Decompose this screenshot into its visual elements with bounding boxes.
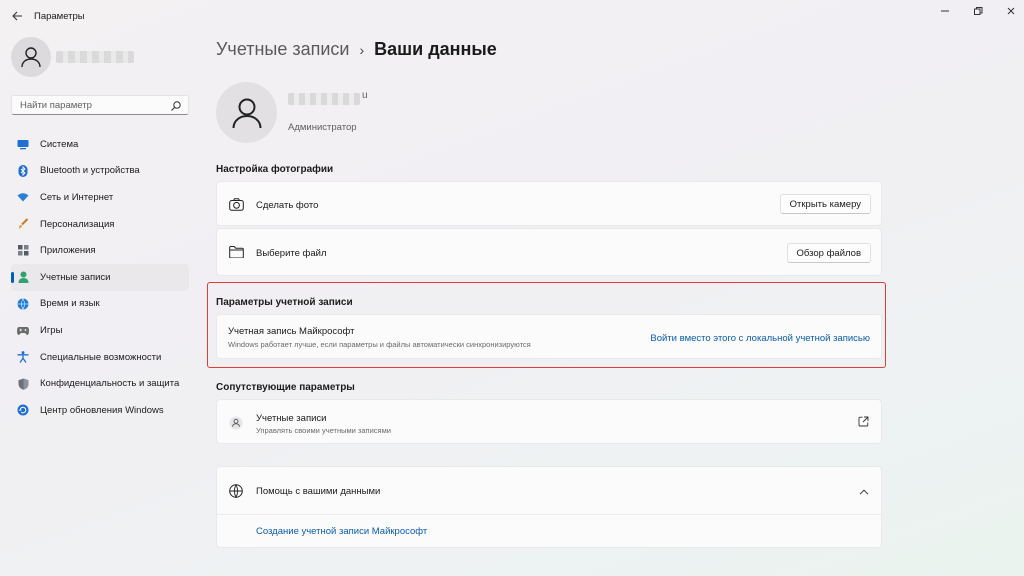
sidebar-item-apps[interactable]: Приложения [11, 237, 189, 264]
gamepad-icon [17, 324, 29, 336]
person-circle-icon [228, 415, 244, 431]
microsoft-account-title: Учетная запись Майкрософт [228, 326, 355, 337]
search-icon [171, 101, 181, 111]
create-microsoft-account-link[interactable]: Создание учетной записи Майкрософт [256, 526, 427, 537]
page-title: Ваши данные [374, 39, 497, 59]
search-input[interactable]: Найти параметр [11, 95, 189, 115]
update-icon [17, 404, 29, 416]
arrow-left-icon [11, 11, 22, 21]
sidebar-item-privacy[interactable]: Конфиденциальность и защита [11, 370, 189, 397]
chevron-up-icon [859, 486, 869, 495]
section-title-account: Параметры учетной записи [216, 297, 353, 308]
take-photo-row: Сделать фото Открыть камеру [216, 181, 882, 226]
minimize-icon [941, 10, 949, 12]
section-title-photo: Настройка фотографии [216, 164, 334, 175]
maximize-button[interactable] [966, 4, 990, 18]
help-expander: Помощь с вашими данными Создание учетной… [216, 466, 882, 548]
wifi-icon [17, 191, 29, 203]
sidebar-item-accounts[interactable]: Учетные записи [11, 263, 189, 291]
close-icon [1007, 7, 1015, 15]
breadcrumb: Учетные записи › Ваши данные [216, 39, 497, 60]
globe-clock-icon [17, 298, 29, 310]
apps-icon [17, 245, 29, 257]
search-placeholder: Найти параметр [20, 100, 92, 111]
user-role: Администратор [288, 122, 357, 133]
user-avatar [216, 82, 277, 143]
sidebar-item-personalization[interactable]: Персонализация [11, 211, 189, 238]
brush-icon [17, 218, 29, 230]
sidebar-nav: Система Bluetooth и устройства Сеть и Ин… [11, 131, 189, 424]
open-camera-button[interactable]: Открыть камеру [779, 194, 871, 214]
minimize-button[interactable] [933, 4, 957, 18]
globe-icon [228, 483, 244, 499]
bluetooth-icon [17, 164, 29, 177]
breadcrumb-parent[interactable]: Учетные записи [216, 39, 349, 60]
camera-icon [228, 196, 244, 212]
accounts-row[interactable]: Учетные записи Управлять своими учетными… [216, 399, 882, 444]
person-icon [17, 271, 29, 284]
person-icon [232, 98, 261, 128]
sidebar-item-accessibility[interactable]: Специальные возможности [11, 344, 189, 371]
person-icon [21, 47, 41, 68]
username-suffix: u [362, 90, 368, 101]
section-title-related: Сопутствующие параметры [216, 382, 355, 393]
breadcrumb-separator: › [359, 41, 365, 58]
shield-icon [17, 378, 29, 390]
open-external-icon[interactable] [858, 416, 870, 428]
title-bar: Параметры [0, 0, 1024, 32]
sidebar-item-network[interactable]: Сеть и Интернет [11, 184, 189, 211]
choose-file-row: Выберите файл Обзор файлов [216, 228, 882, 276]
microsoft-account-row: Учетная запись Майкрософт Windows работа… [216, 314, 882, 359]
avatar [11, 37, 51, 77]
sidebar-item-time-language[interactable]: Время и язык [11, 291, 189, 318]
folder-icon [228, 244, 244, 260]
local-account-link[interactable]: Войти вместо этого с локальной учетной з… [650, 333, 870, 344]
accessibility-icon [17, 351, 29, 363]
sidebar-item-gaming[interactable]: Игры [11, 317, 189, 344]
take-photo-label: Сделать фото [256, 200, 319, 211]
microsoft-account-subtitle: Windows работает лучше, если параметры и… [228, 340, 531, 349]
choose-file-label: Выберите файл [256, 248, 327, 259]
sidebar-item-bluetooth[interactable]: Bluetooth и устройства [11, 158, 189, 185]
sidebar-item-system[interactable]: Система [11, 131, 189, 158]
back-button[interactable] [8, 8, 26, 24]
restore-icon [974, 7, 983, 15]
browse-files-button[interactable]: Обзор файлов [786, 243, 871, 263]
accounts-row-title: Учетные записи [256, 413, 327, 424]
sidebar-item-windows-update[interactable]: Центр обновления Windows [11, 397, 189, 424]
monitor-icon [17, 138, 29, 150]
app-title: Параметры [34, 11, 85, 22]
blurred-username [56, 51, 134, 63]
help-expander-header[interactable]: Помощь с вашими данными [217, 467, 881, 515]
close-button[interactable] [999, 4, 1023, 18]
accounts-row-subtitle: Управлять своими учетными записями [256, 426, 391, 435]
sidebar-profile[interactable] [11, 37, 191, 77]
blurred-username [288, 93, 360, 105]
help-title: Помощь с вашими данными [256, 486, 381, 497]
user-header: u Администратор [216, 82, 616, 144]
